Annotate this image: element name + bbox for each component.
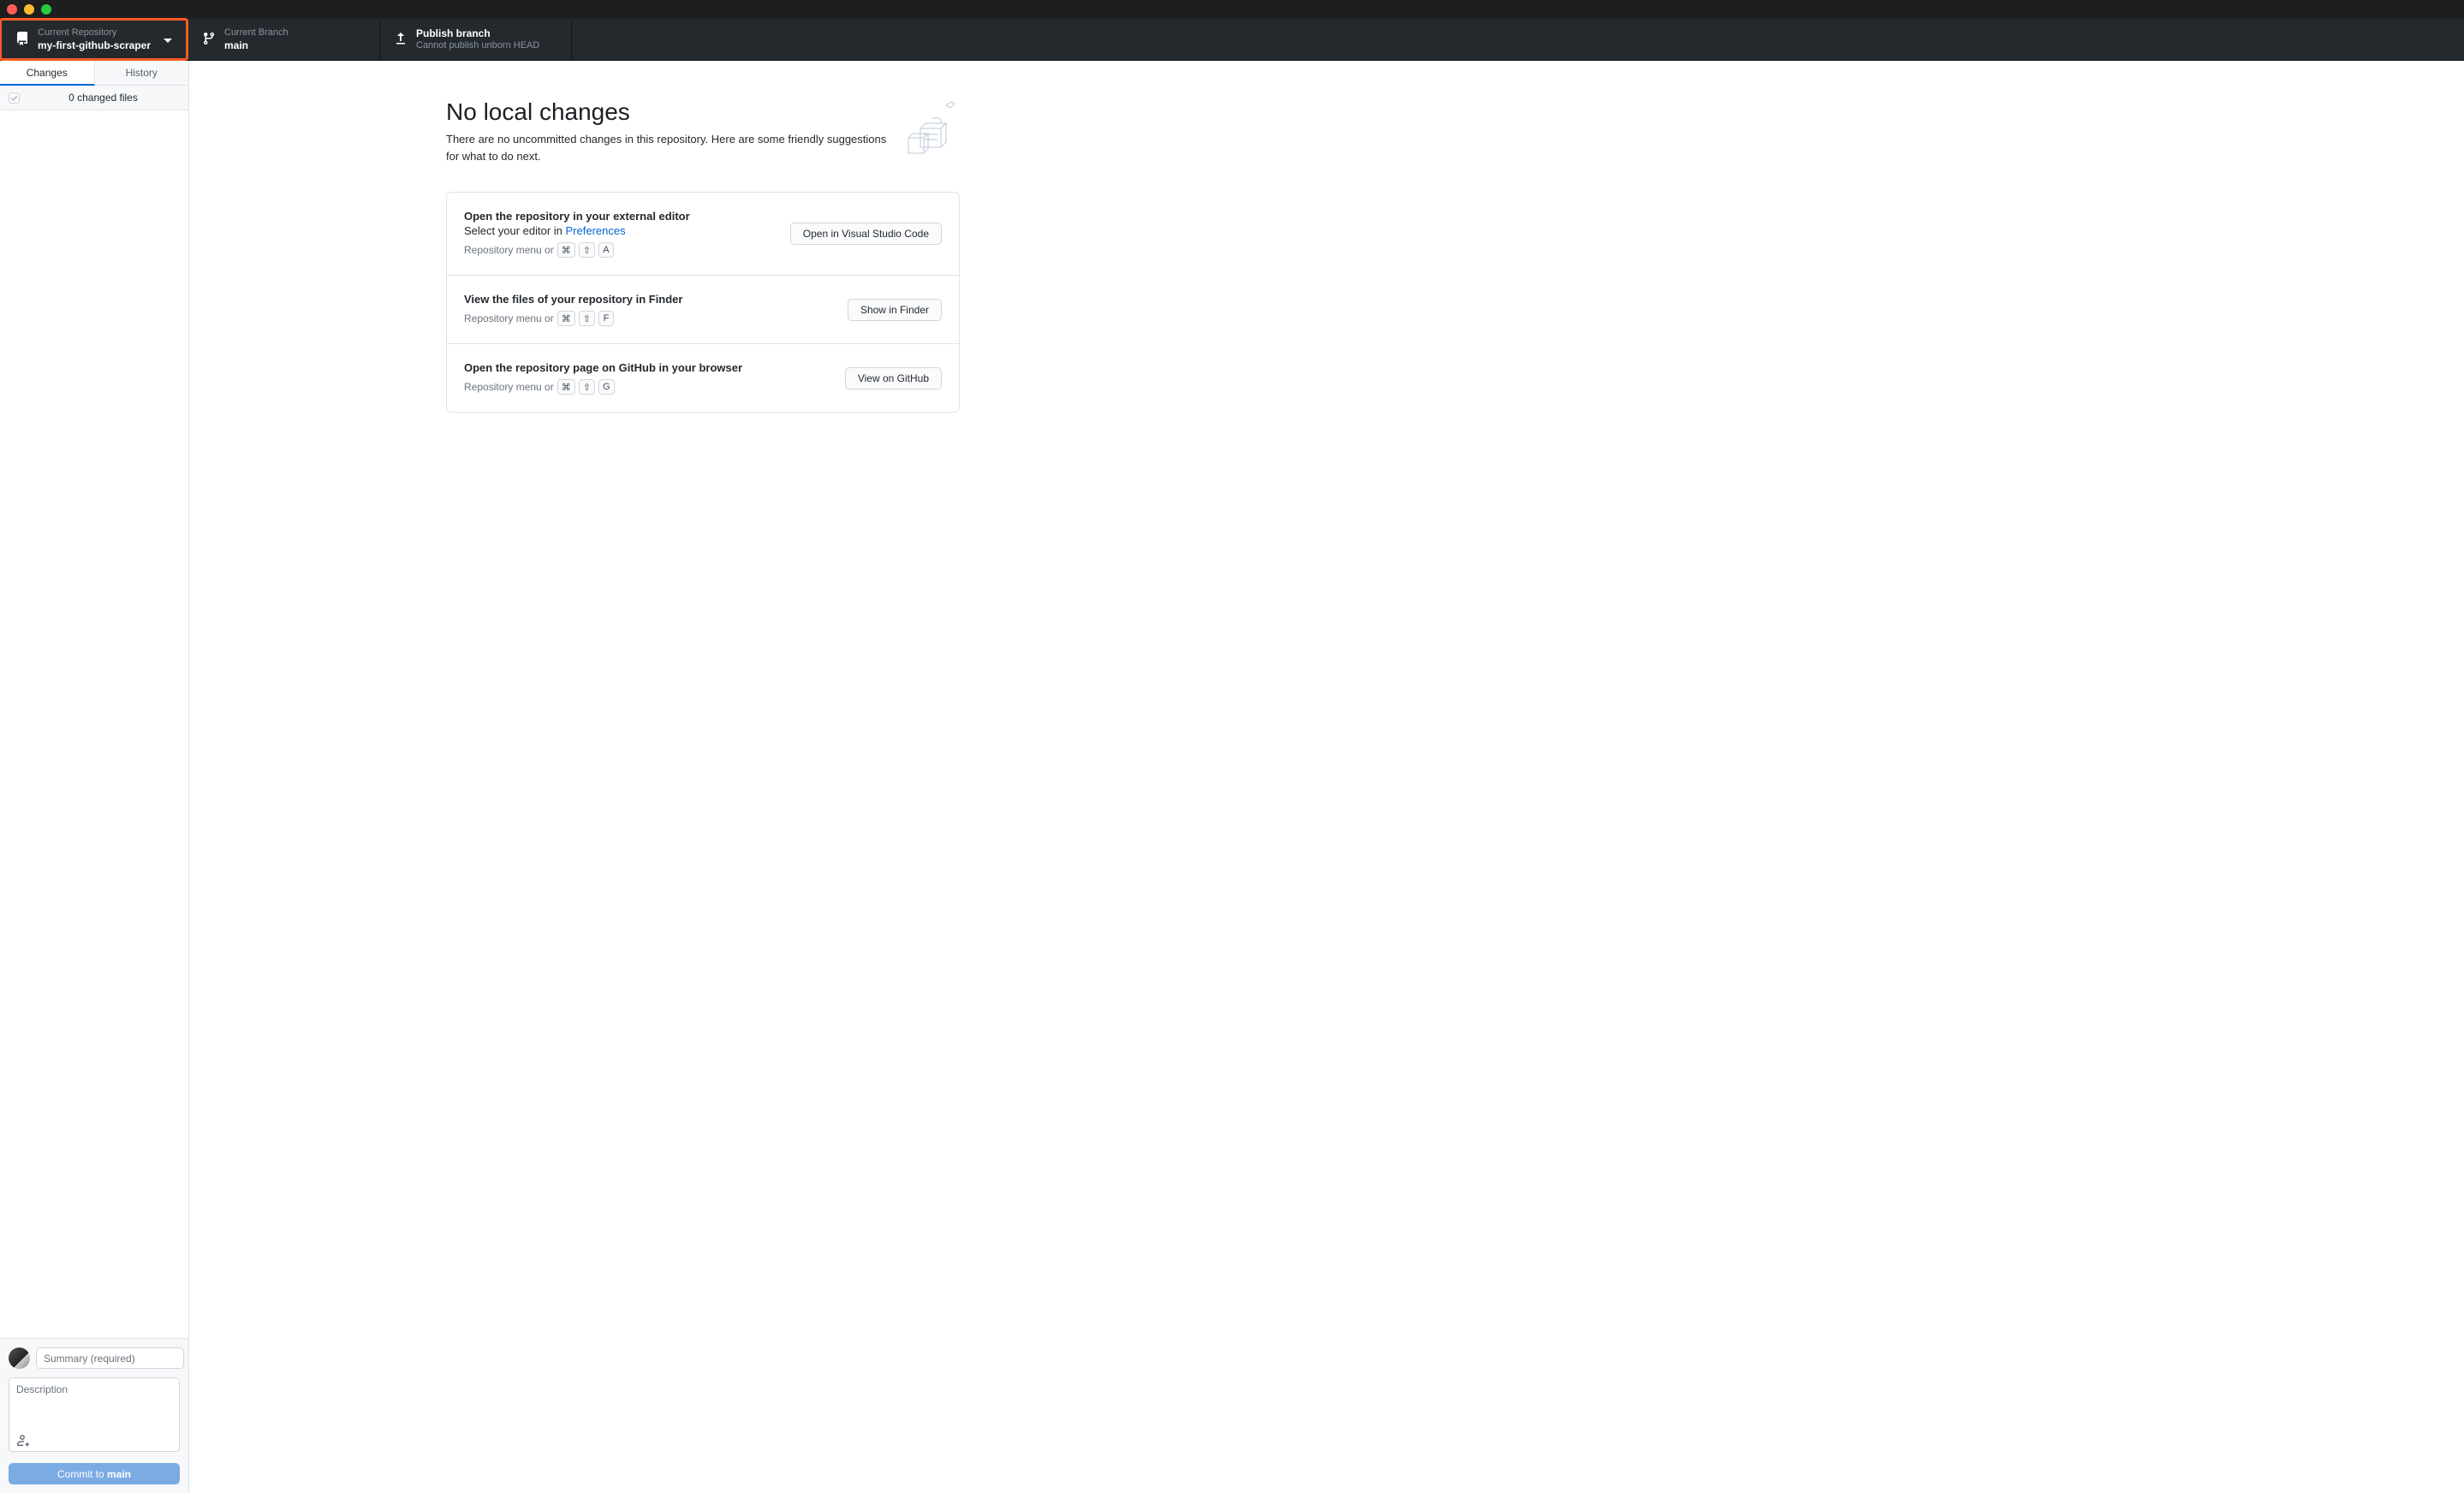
repo-label: Current Repository	[38, 27, 155, 39]
window-maximize-button[interactable]	[41, 4, 51, 15]
sidebar-tabs: Changes History	[0, 61, 188, 86]
tab-history[interactable]: History	[95, 61, 189, 86]
publish-label: Publish branch	[416, 27, 557, 39]
kbd-cmd: ⌘	[557, 379, 575, 395]
commit-button-prefix: Commit to	[57, 1468, 107, 1480]
card-open-editor: Open the repository in your external edi…	[447, 193, 959, 276]
changes-header: 0 changed files	[0, 86, 188, 110]
current-branch-dropdown[interactable]: Current Branch main	[188, 19, 380, 60]
card-shortcut: Repository menu or ⌘ ⇧ G	[464, 379, 831, 395]
kbd-cmd: ⌘	[557, 311, 575, 326]
add-coauthor-icon[interactable]	[15, 1433, 29, 1449]
page-subtitle: There are no uncommitted changes in this…	[446, 131, 888, 164]
repo-name: my-first-github-scraper	[38, 39, 155, 51]
card-title: Open the repository page on GitHub in yo…	[464, 361, 831, 374]
card-shortcut: Repository menu or ⌘ ⇧ F	[464, 311, 834, 326]
sidebar: Changes History 0 changed files	[0, 61, 189, 1493]
upload-icon	[394, 32, 408, 48]
kbd-shift: ⇧	[579, 311, 595, 326]
preferences-link[interactable]: Preferences	[566, 224, 626, 237]
window-close-button[interactable]	[7, 4, 17, 15]
select-all-checkbox[interactable]	[9, 92, 20, 104]
kbd-letter: F	[598, 311, 614, 326]
suggestion-cards: Open the repository in your external edi…	[446, 192, 960, 413]
toolbar: Current Repository my-first-github-scrap…	[0, 19, 2464, 61]
kbd-letter: A	[598, 242, 614, 258]
commit-form: Commit to main	[0, 1338, 188, 1493]
card-title: View the files of your repository in Fin…	[464, 293, 834, 306]
empty-state-illustration-icon	[905, 98, 960, 158]
window-minimize-button[interactable]	[24, 4, 34, 15]
branch-label: Current Branch	[224, 27, 366, 39]
publish-branch-button[interactable]: Publish branch Cannot publish unborn HEA…	[380, 19, 572, 60]
current-repository-dropdown[interactable]: Current Repository my-first-github-scrap…	[0, 18, 188, 61]
avatar	[9, 1347, 30, 1369]
card-shortcut: Repository menu or ⌘ ⇧ A	[464, 242, 777, 258]
page-title: No local changes	[446, 98, 888, 126]
card-show-finder: View the files of your repository in Fin…	[447, 276, 959, 344]
card-view-github: Open the repository page on GitHub in yo…	[447, 344, 959, 412]
kbd-cmd: ⌘	[557, 242, 575, 258]
commit-summary-input[interactable]	[36, 1347, 184, 1369]
changed-files-count: 0 changed files	[27, 92, 180, 104]
repo-icon	[15, 32, 29, 48]
card-subtitle: Select your editor in Preferences	[464, 224, 777, 237]
kbd-shift: ⇧	[579, 242, 595, 258]
open-in-editor-button[interactable]: Open in Visual Studio Code	[790, 223, 942, 245]
chevron-down-icon	[164, 33, 172, 46]
tab-changes[interactable]: Changes	[0, 61, 95, 86]
view-on-github-button[interactable]: View on GitHub	[845, 367, 942, 390]
card-title: Open the repository in your external edi…	[464, 210, 777, 223]
branch-name: main	[224, 39, 366, 51]
titlebar	[0, 0, 2464, 19]
kbd-shift: ⇧	[579, 379, 595, 395]
publish-status: Cannot publish unborn HEAD	[416, 40, 557, 51]
commit-button-branch: main	[107, 1468, 131, 1480]
kbd-letter: G	[598, 379, 615, 395]
commit-button[interactable]: Commit to main	[9, 1463, 180, 1484]
commit-description-input[interactable]	[9, 1377, 180, 1452]
show-in-finder-button[interactable]: Show in Finder	[848, 299, 942, 321]
main-content: No local changes There are no uncommitte…	[189, 61, 2464, 1493]
branch-icon	[202, 32, 216, 48]
